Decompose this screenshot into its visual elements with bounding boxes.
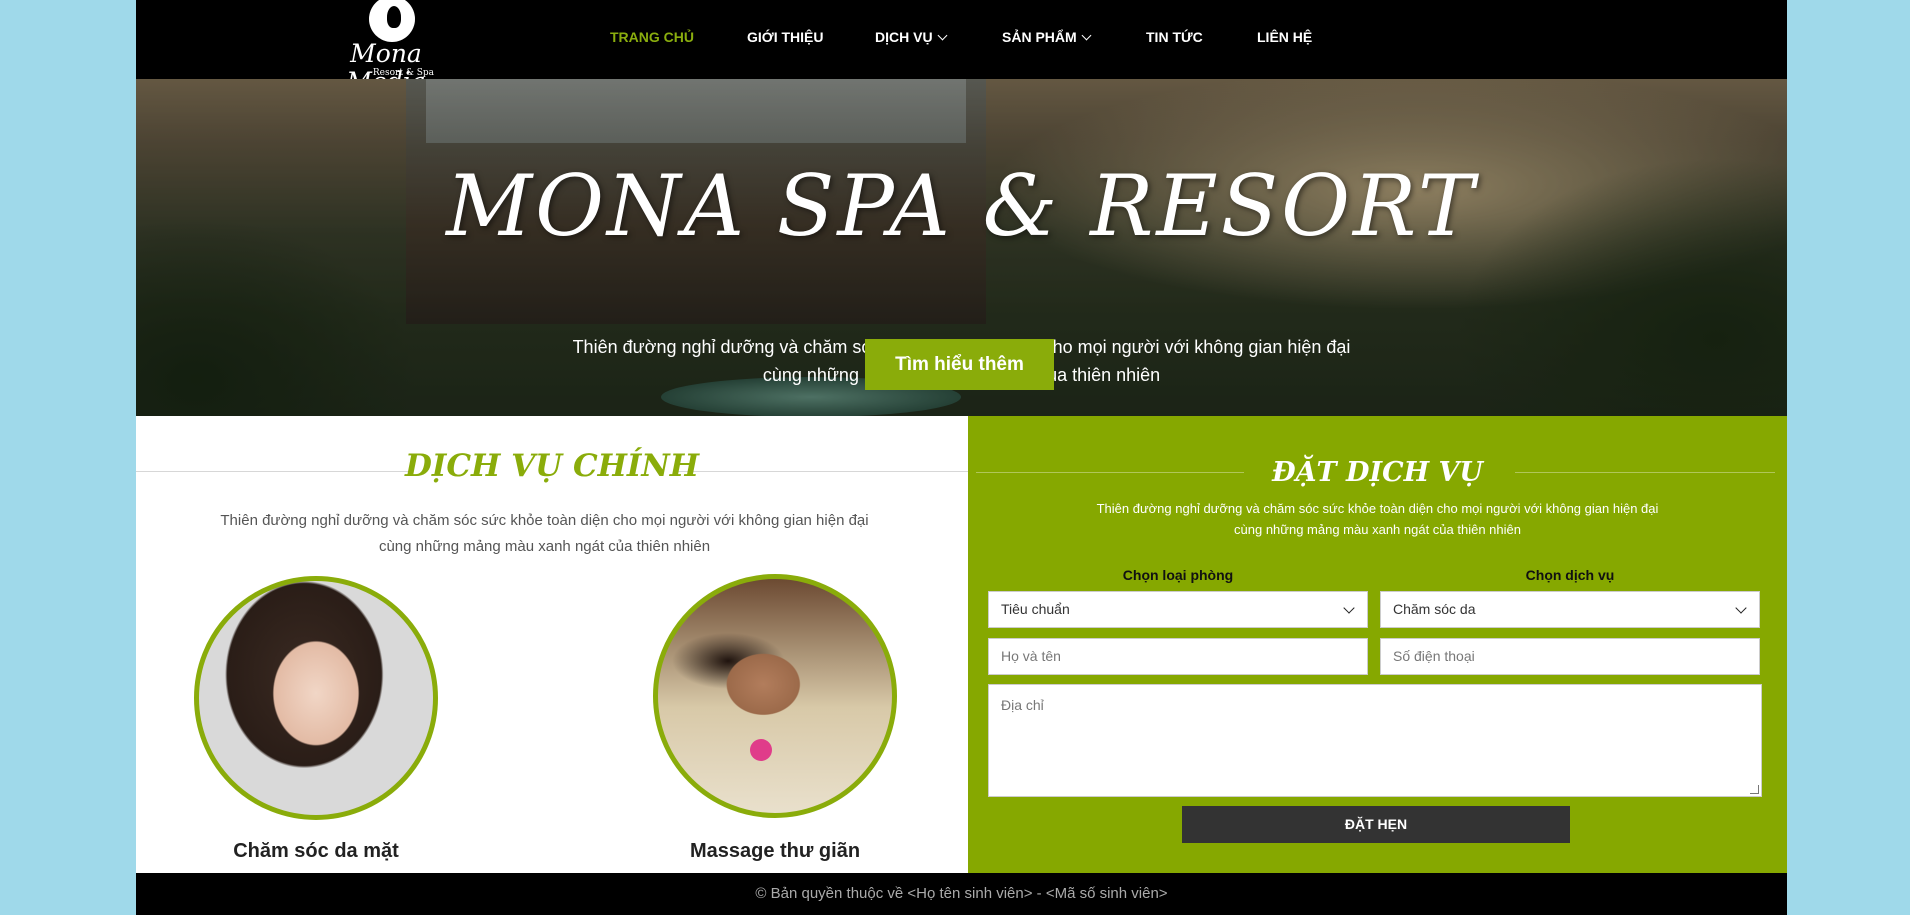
nav-item-lien-he[interactable]: LIÊN HỆ bbox=[1257, 27, 1312, 47]
room-type-select[interactable]: Tiêu chuẩn bbox=[988, 591, 1368, 628]
nav-item-trang-chu[interactable]: TRANG CHỦ bbox=[610, 27, 694, 47]
service-type-select[interactable]: Chăm sóc da bbox=[1380, 591, 1760, 628]
chevron-down-icon bbox=[937, 30, 948, 41]
chevron-down-icon bbox=[1081, 30, 1092, 41]
resize-handle-icon[interactable] bbox=[1750, 785, 1759, 794]
booking-section: ĐẶT DỊCH VỤ Thiên đường nghỉ dưỡng và ch… bbox=[968, 416, 1787, 873]
copyright-text: © Bản quyền thuộc về <Họ tên sinh viên> … bbox=[755, 885, 1168, 902]
booking-description-line-1: Thiên đường nghỉ dưỡng và chăm sóc sức k… bbox=[1096, 501, 1659, 516]
nav-item-label: DỊCH VỤ bbox=[875, 29, 933, 45]
section-description-line-2: cùng những mảng màu xanh ngát của thiên … bbox=[378, 538, 711, 555]
full-name-input[interactable]: Họ và tên bbox=[988, 638, 1368, 675]
service-type-label: Chọn dịch vụ bbox=[1525, 567, 1615, 583]
chevron-down-icon bbox=[1735, 602, 1747, 614]
booking-description-line-2: cùng những mảng màu xanh ngát của thiên … bbox=[1234, 522, 1521, 537]
facial-care-image[interactable] bbox=[194, 576, 438, 820]
service-type-value: Chăm sóc da bbox=[1393, 601, 1476, 617]
site-footer: © Bản quyền thuộc về <Họ tên sinh viên> … bbox=[136, 873, 1787, 915]
chevron-down-icon bbox=[1343, 602, 1355, 614]
logo[interactable]: Mona Media Resort & Spa bbox=[311, 0, 461, 96]
room-type-value: Tiêu chuẩn bbox=[1001, 601, 1070, 617]
full-name-placeholder: Họ và tên bbox=[1001, 648, 1061, 664]
nav-item-label: SẢN PHẨM bbox=[1002, 29, 1077, 45]
nav-item-tin-tuc[interactable]: TIN TỨC bbox=[1146, 27, 1203, 47]
flower-icon bbox=[750, 739, 772, 761]
learn-more-button[interactable]: Tìm hiểu thêm bbox=[865, 339, 1054, 390]
nav-item-san-pham[interactable]: SẢN PHẨM bbox=[1002, 27, 1092, 47]
nav-item-gioi-thieu[interactable]: GIỚI THIỆU bbox=[747, 27, 824, 47]
hero-banner: MONA SPA & RESORT Thiên đường nghỉ dưỡng… bbox=[136, 79, 1787, 416]
address-textarea[interactable]: Địa chỉ bbox=[988, 684, 1762, 797]
service-label-facial[interactable]: Chăm sóc da mặt bbox=[166, 838, 466, 864]
site-header: Mona Media Resort & Spa TRANG CHỦ GIỚI T… bbox=[136, 0, 1787, 96]
page: Mona Media Resort & Spa TRANG CHỦ GIỚI T… bbox=[136, 0, 1787, 915]
booking-title: ĐẶT DỊCH VỤ bbox=[1272, 457, 1483, 488]
hero-title: MONA SPA & RESORT bbox=[446, 157, 1477, 255]
book-appointment-button[interactable]: ĐẶT HẸN bbox=[1182, 806, 1570, 843]
nav-item-label: TRANG CHỦ bbox=[610, 29, 694, 45]
massage-image[interactable] bbox=[653, 574, 897, 818]
nav-item-label: GIỚI THIỆU bbox=[747, 29, 824, 45]
phone-input[interactable]: Số điện thoại bbox=[1380, 638, 1760, 675]
service-label-massage[interactable]: Massage thư giãn bbox=[625, 838, 925, 864]
logo-mark-icon bbox=[369, 0, 415, 42]
booking-description: Thiên đường nghỉ dưỡng và chăm sóc sức k… bbox=[968, 498, 1787, 540]
section-description: Thiên đường nghỉ dưỡng và chăm sóc sức k… bbox=[136, 508, 953, 560]
nav-item-dich-vu[interactable]: DỊCH VỤ bbox=[875, 27, 948, 47]
main-services-section: DỊCH VỤ CHÍNH Thiên đường nghỉ dưỡng và … bbox=[136, 416, 968, 873]
room-type-label: Chọn loại phòng bbox=[1122, 567, 1234, 583]
section-description-line-1: Thiên đường nghỉ dưỡng và chăm sóc sức k… bbox=[220, 512, 869, 529]
nav-item-label: TIN TỨC bbox=[1146, 29, 1203, 45]
logo-tagline: Resort & Spa bbox=[372, 68, 434, 78]
phone-placeholder: Số điện thoại bbox=[1393, 648, 1475, 664]
address-placeholder: Địa chỉ bbox=[1001, 697, 1044, 713]
section-title: DỊCH VỤ CHÍNH bbox=[404, 448, 700, 484]
nav-item-label: LIÊN HỆ bbox=[1257, 29, 1313, 45]
